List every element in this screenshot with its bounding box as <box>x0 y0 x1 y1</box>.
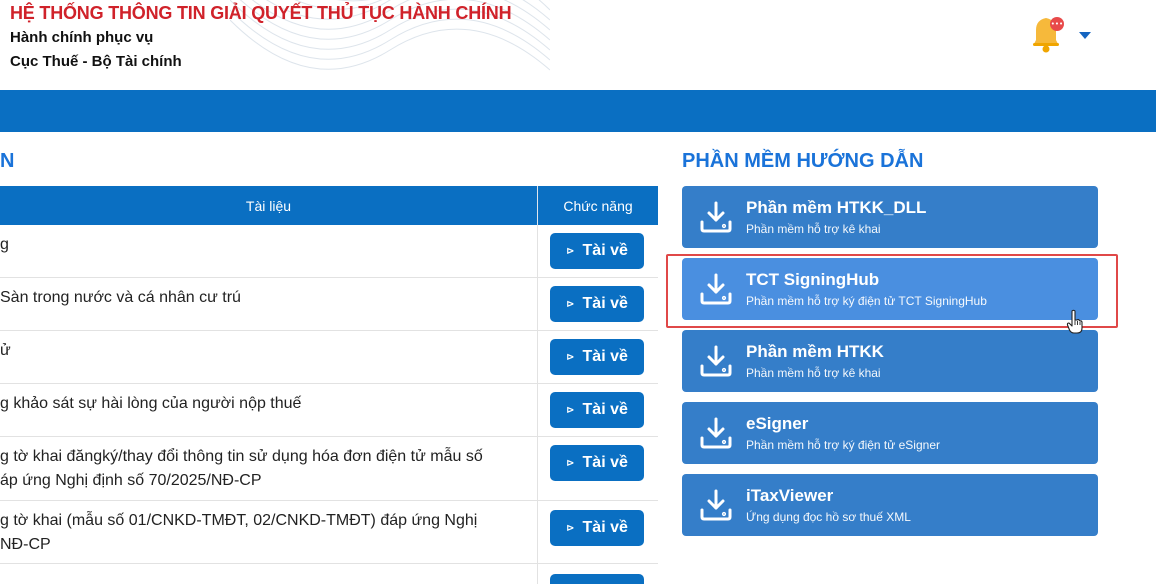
document-title: ử <box>0 331 538 383</box>
document-title: g tờ khai đăngký/thay đổi thông tin sử d… <box>0 437 538 500</box>
software-item-itaxviewer[interactable]: iTaxViewer Ứng dụng đọc hồ sơ thuế XML <box>682 474 1098 536</box>
documents-heading: N <box>0 150 15 172</box>
selection-highlight-box <box>666 254 1118 328</box>
subtitle-service: Hành chính phục vụ <box>10 29 154 46</box>
software-item-esigner[interactable]: eSigner Phần mềm hỗ trợ ký điện tử eSign… <box>682 402 1098 464</box>
document-title: Sàn trong nước và cá nhân cư trú <box>0 278 538 330</box>
play-icon: ⊳ <box>566 298 575 310</box>
software-name: iTaxViewer <box>746 486 834 505</box>
document-title: g tờ khai (mẫu số 01/CNKD-TMĐT, 02/CNKD-… <box>0 501 538 563</box>
download-button[interactable]: ⊳ Tài về <box>550 233 644 269</box>
software-heading: PHẦN MỀM HƯỚNG DẪN <box>682 150 924 172</box>
play-icon: ⊳ <box>566 522 575 534</box>
download-icon <box>700 201 732 233</box>
document-title <box>0 564 538 584</box>
table-row: g tờ khai (mẫu số 01/CNKD-TMĐT, 02/CNKD-… <box>0 501 658 564</box>
hand-pointer-cursor-icon <box>1066 309 1083 334</box>
play-icon: ⊳ <box>566 245 575 257</box>
table-row: g tờ khai đăngký/thay đổi thông tin sử d… <box>0 437 658 501</box>
software-name: Phần mềm HTKK_DLL <box>746 198 927 217</box>
notification-bell-icon[interactable]: ••• <box>1028 12 1066 54</box>
table-row: Sàn trong nước và cá nhân cư trú ⊳ Tài về <box>0 278 658 331</box>
table-row <box>0 564 658 584</box>
column-header-document: Tài liệu <box>0 186 538 225</box>
software-item-htkk[interactable]: Phần mềm HTKK Phần mềm hỗ trợ kê khai <box>682 330 1098 392</box>
download-icon <box>700 489 732 521</box>
header: HỆ THỐNG THÔNG TIN GIẢI QUYẾT THỦ TỤC HÀ… <box>0 0 1156 90</box>
document-title: g khảo sát sự hài lòng của người nộp thu… <box>0 384 538 436</box>
download-button[interactable]: ⊳ Tài về <box>550 392 644 428</box>
download-button[interactable] <box>550 574 644 584</box>
download-button[interactable]: ⊳ Tài về <box>550 286 644 322</box>
software-description: Ứng dụng đọc hồ sơ thuế XML <box>746 510 911 524</box>
document-title: g <box>0 225 538 277</box>
table-header: Tài liệu Chức năng <box>0 186 658 225</box>
play-icon: ⊳ <box>566 457 575 469</box>
subtitle-agency: Cục Thuế - Bộ Tài chính <box>10 53 182 70</box>
chevron-down-icon[interactable] <box>1079 32 1091 39</box>
software-description: Phần mềm hỗ trợ kê khai <box>746 222 881 236</box>
table-row: ử ⊳ Tài về <box>0 331 658 384</box>
software-description: Phần mềm hỗ trợ ký điện tử eSigner <box>746 438 940 452</box>
play-icon: ⊳ <box>566 404 575 416</box>
column-header-function: Chức năng <box>563 197 633 214</box>
download-icon <box>700 345 732 377</box>
table-row: g ⊳ Tài về <box>0 225 658 278</box>
download-button[interactable]: ⊳ Tài về <box>550 445 644 481</box>
system-title: HỆ THỐNG THÔNG TIN GIẢI QUYẾT THỦ TỤC HÀ… <box>10 3 512 23</box>
notification-badge: ••• <box>1051 20 1063 28</box>
software-name: Phần mềm HTKK <box>746 342 884 361</box>
table-row: g khảo sát sự hài lòng của người nộp thu… <box>0 384 658 437</box>
software-name: eSigner <box>746 414 809 433</box>
download-button[interactable]: ⊳ Tài về <box>550 339 644 375</box>
main-nav-bar <box>0 90 1156 132</box>
download-button[interactable]: ⊳ Tài về <box>550 510 644 546</box>
software-description: Phần mềm hỗ trợ kê khai <box>746 366 881 380</box>
software-item-htkk-dll[interactable]: Phần mềm HTKK_DLL Phần mềm hỗ trợ kê kha… <box>682 186 1098 248</box>
download-icon <box>700 417 732 449</box>
play-icon: ⊳ <box>566 351 575 363</box>
